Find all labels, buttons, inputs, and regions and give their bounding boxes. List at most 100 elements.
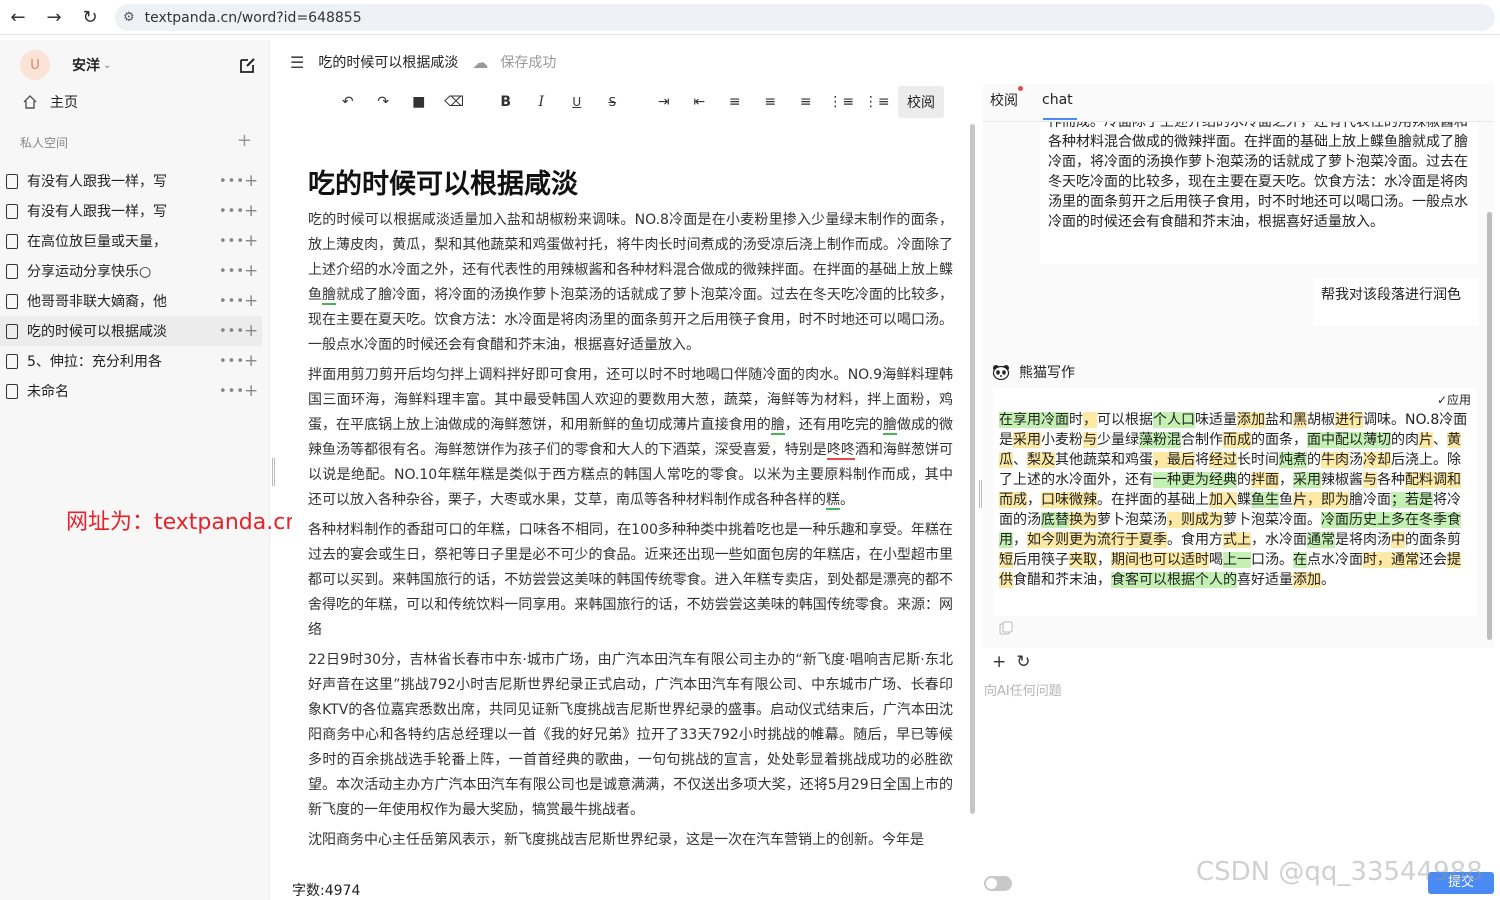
more-icon[interactable]: ••• <box>219 354 245 369</box>
sidebar-item-home[interactable]: 主页 <box>22 92 78 112</box>
sidebar-resize-handle[interactable] <box>272 458 275 486</box>
more-icon[interactable]: ••• <box>219 384 245 399</box>
changed-text-highlight: 经过 <box>1209 452 1237 468</box>
eraser-icon[interactable]: ⌫ <box>437 94 473 110</box>
more-icon[interactable]: ••• <box>219 174 245 189</box>
undo-icon[interactable]: ↶ <box>330 94 366 110</box>
tab-check[interactable]: 校阅 <box>990 86 1023 110</box>
text-run: 鲽 <box>1237 492 1251 508</box>
document-icon <box>6 323 18 339</box>
back-icon[interactable]: ← <box>0 0 36 35</box>
doc-item[interactable]: 分享运动分享快乐○ ••• + <box>0 256 270 286</box>
text-run: 小麦粉 <box>1041 432 1083 448</box>
add-icon[interactable]: + <box>244 351 258 371</box>
doc-item[interactable]: 在高位放巨量或天量， ••• + <box>0 226 270 256</box>
more-icon[interactable]: ••• <box>219 324 245 339</box>
doc-title: 在高位放巨量或天量， <box>27 234 167 250</box>
apply-button[interactable]: ✓应用 <box>1437 391 1471 408</box>
document-icon <box>6 233 18 249</box>
more-icon[interactable]: ••• <box>219 204 245 219</box>
align-center-icon[interactable]: ≡ <box>753 94 789 110</box>
italic-icon[interactable]: I <box>524 94 560 110</box>
added-text-highlight: 在享用冷面 <box>999 412 1069 428</box>
bullet-list-icon[interactable]: ⋮≡ <box>824 94 860 110</box>
add-icon[interactable]: + <box>244 291 258 311</box>
spell-mark[interactable]: 膾 <box>322 287 337 305</box>
add-icon[interactable]: + <box>244 381 258 401</box>
word-count: 字数:4974 <box>292 883 361 899</box>
tab-chat[interactable]: chat <box>1042 92 1073 108</box>
editor-scrollbar[interactable] <box>970 124 975 814</box>
changed-text-highlight: 短 <box>999 552 1013 568</box>
site-settings-icon[interactable]: ⚙ <box>123 10 135 25</box>
paragraph[interactable]: 沈阳商务中心主任岳第风表示，新飞度挑战吉尼斯世界纪录，这是一次在汽车营销上的创新… <box>308 828 953 853</box>
doc-item[interactable]: 未命名 ••• + <box>0 376 270 406</box>
add-icon[interactable]: + <box>244 201 258 221</box>
more-icon[interactable]: ••• <box>219 264 245 279</box>
add-icon[interactable]: + <box>244 231 258 251</box>
spell-mark[interactable]: 膾 <box>770 417 785 435</box>
more-icon[interactable]: ••• <box>219 294 245 309</box>
panel-scrollbar[interactable] <box>1487 212 1492 640</box>
copy-icon[interactable] <box>999 621 1013 635</box>
paragraph[interactable]: 拌面用剪刀剪开后均匀拌上调料拌好即可食用，还可以时不时地喝口伴随冷面的肉水。NO… <box>308 363 953 513</box>
changed-text-highlight: 添加 <box>1293 572 1321 588</box>
strikethrough-icon[interactable]: S <box>595 95 631 109</box>
text-run: 。食用方 <box>1167 532 1223 548</box>
added-text-highlight: 通常 <box>1307 532 1335 548</box>
align-left-icon[interactable]: ≡ <box>717 94 753 110</box>
redo-icon[interactable]: ↷ <box>366 94 402 110</box>
spell-mark[interactable]: 膾 <box>882 417 897 435</box>
add-icon[interactable]: + <box>992 652 1006 672</box>
format-painter-icon[interactable]: ■ <box>401 94 437 110</box>
align-right-icon[interactable]: ≡ <box>788 94 824 110</box>
text-run: 胡椒 <box>1307 412 1335 428</box>
doc-item[interactable]: 有没有人跟我一样，写 ••• + <box>0 166 270 196</box>
paragraph[interactable]: 22日9时30分，吉林省长春市中东·城市广场，由广汽本田汽车有限公司主办的“新飞… <box>308 648 953 823</box>
spell-mark[interactable]: 咚咚 <box>826 442 855 460</box>
doc-item[interactable]: 5、伸拉：充分利用各 ••• + <box>0 346 270 376</box>
edit-icon[interactable] <box>238 55 258 75</box>
add-icon[interactable]: + <box>244 171 258 191</box>
text-run: 就成了膾冷面，将冷面的汤换作萝卜泡菜汤的话就成了萝卜泡菜冷面。过去在冬天吃冷面的… <box>308 287 954 353</box>
mode-toggle[interactable] <box>984 876 1012 891</box>
chevron-down-icon[interactable]: ⌄ <box>103 60 111 71</box>
changed-text-highlight: ，则成为 <box>1167 512 1223 528</box>
chat-input[interactable]: 向AI任何问题 <box>984 680 1062 699</box>
avatar[interactable]: U <box>20 50 50 80</box>
bold-icon[interactable]: B <box>488 94 524 110</box>
indent-increase-icon[interactable]: ⇥ <box>646 94 682 110</box>
doc-name[interactable]: 吃的时候可以根据咸淡 <box>318 52 458 72</box>
paragraph[interactable]: 吃的时候可以根据咸淡适量加入盐和胡椒粉来调味。NO.8冷面是在小麦粉里掺入少量绿… <box>308 208 953 358</box>
more-icon[interactable]: ••• <box>219 234 245 249</box>
editor[interactable]: 吃的时候可以根据咸淡 吃的时候可以根据咸淡适量加入盐和胡椒粉来调味。NO.8冷面… <box>292 124 976 876</box>
doc-item[interactable]: 他哥哥非联大嫡裔，他 ••• + <box>0 286 270 316</box>
user-name[interactable]: 安洋 <box>72 55 100 75</box>
user-menu[interactable]: U 安洋 ⌄ <box>20 50 111 80</box>
text-run: 还会 <box>1419 552 1447 568</box>
spell-mark[interactable]: 糕 <box>826 492 840 510</box>
panel-resize-handle[interactable] <box>979 480 982 508</box>
reload-icon[interactable]: ↻ <box>72 0 108 35</box>
check-button[interactable]: 校阅 <box>898 86 944 118</box>
doc-body[interactable]: 吃的时候可以根据咸淡适量加入盐和胡椒粉来调味。NO.8冷面是在小麦粉里掺入少量绿… <box>308 208 953 858</box>
underline-icon[interactable]: U <box>559 95 595 109</box>
paragraph[interactable]: 各种材料制作的香甜可口的年糕，口味各不相同，在100多种种类中挑着吃也是一种乐趣… <box>308 518 953 643</box>
doc-item[interactable]: 有没有人跟我一样，写 ••• + <box>0 196 270 226</box>
add-doc-icon[interactable]: + <box>237 130 252 151</box>
numbered-list-icon[interactable]: ⋮≡ <box>859 94 895 110</box>
text-run: 合制作 <box>1181 432 1223 448</box>
add-icon[interactable]: + <box>244 261 258 281</box>
text-run: 汤 <box>1349 452 1363 468</box>
add-icon[interactable]: + <box>244 321 258 341</box>
text-run: 味适量 <box>1195 412 1237 428</box>
indent-decrease-icon[interactable]: ⇤ <box>682 94 718 110</box>
private-space-label: 私人空间 <box>20 136 69 150</box>
doc-title-heading[interactable]: 吃的时候可以根据咸淡 <box>308 162 578 201</box>
text-run: 后用筷子 <box>1013 552 1069 568</box>
history-icon[interactable]: ↻ <box>1016 652 1030 672</box>
address-bar[interactable]: ⚙ textpanda.cn/word?id=648855 <box>115 4 1495 31</box>
outline-menu-icon[interactable]: ☰ <box>290 53 304 72</box>
doc-item-active[interactable]: 吃的时候可以根据咸淡 ••• + <box>0 316 262 346</box>
forward-icon[interactable]: → <box>36 0 72 35</box>
